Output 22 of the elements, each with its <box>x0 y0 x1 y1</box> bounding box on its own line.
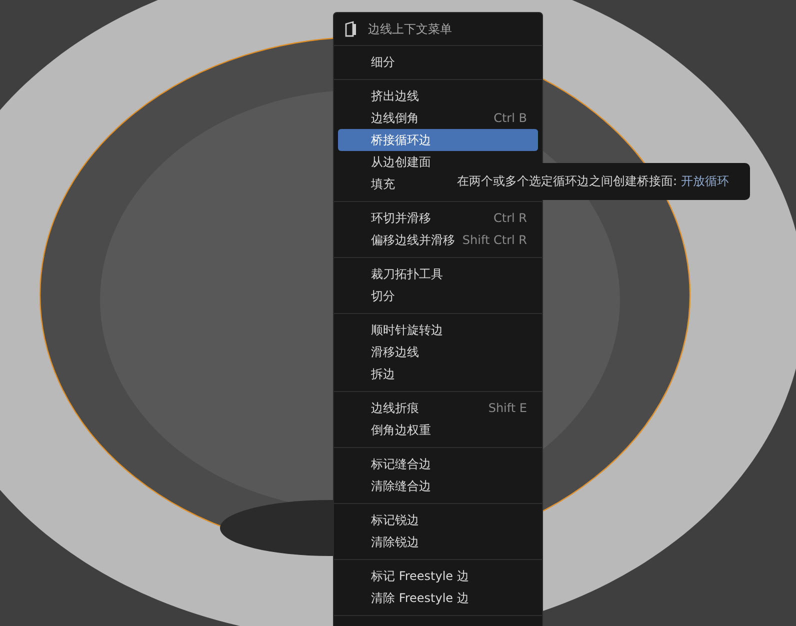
menu-item[interactable]: 切分 <box>338 285 538 307</box>
menu-item[interactable]: 裁刀拓扑工具 <box>338 263 538 285</box>
menu-item[interactable]: 边线倒角 Ctrl B <box>338 107 538 129</box>
menu-item[interactable]: 偏移边线并滑移 Shift Ctrl R <box>338 229 538 251</box>
menu-item[interactable]: 标记 Freestyle 边 <box>338 565 538 587</box>
menu-item[interactable]: 细分 <box>338 51 538 73</box>
menu-item[interactable]: 清除缝合边 <box>338 475 538 497</box>
menu-item[interactable]: 环切并滑移 Ctrl R <box>338 207 538 229</box>
tooltip-text: 在两个或多个选定循环边之间创建桥接面: 开放循环 <box>457 173 729 190</box>
menu-item[interactable]: 标记锐边 <box>338 509 538 531</box>
menu-item[interactable]: 倒角边权重 <box>338 419 538 441</box>
edge-icon <box>344 21 358 37</box>
menu-item[interactable]: 挤出边线 <box>338 85 538 107</box>
menu-item[interactable]: 清除锐边 <box>338 531 538 553</box>
menu-item[interactable]: 滑移边线 <box>338 341 538 363</box>
menu-item[interactable]: 桥接循环边 <box>338 129 538 151</box>
menu-item[interactable]: 清除 Freestyle 边 <box>338 587 538 609</box>
menu-title: 边线上下文菜单 <box>368 20 452 38</box>
menu-item[interactable]: 顺时针旋转边 <box>338 319 538 341</box>
menu-item[interactable]: 边线折痕 Shift E <box>338 397 538 419</box>
menu-item[interactable]: 标记缝合边 <box>338 453 538 475</box>
menu-item[interactable]: 拆边 <box>338 363 538 385</box>
